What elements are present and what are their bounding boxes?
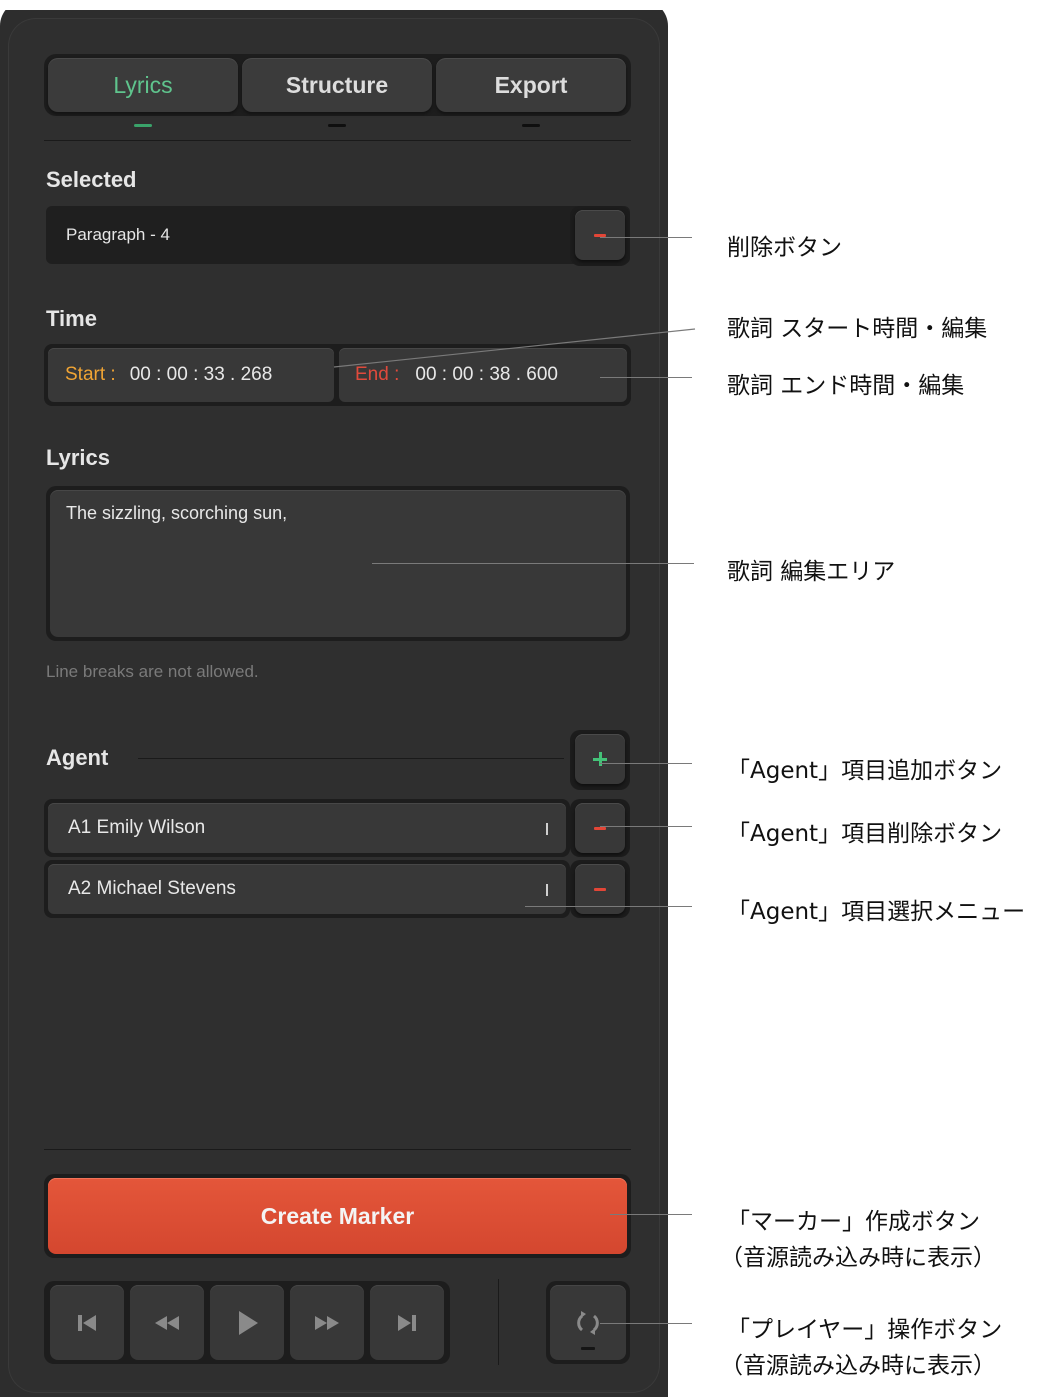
- tab-lyrics-indicator: [134, 124, 152, 127]
- tab-structure-indicator: [328, 124, 346, 127]
- agent-item-frame: A2 Michael Stevens: [44, 860, 570, 918]
- play-button[interactable]: [210, 1285, 284, 1360]
- selected-value: Paragraph - 4: [66, 225, 170, 244]
- loop-icon: [577, 1310, 599, 1335]
- tab-lyrics[interactable]: Lyrics: [48, 58, 238, 112]
- rewind-button[interactable]: [130, 1285, 204, 1360]
- panel-top-strip: [0, 0, 668, 10]
- minus-icon: [594, 887, 606, 891]
- annotation-line: [525, 906, 692, 907]
- start-time-field[interactable]: Start : 00 : 00 : 33 . 268: [48, 348, 334, 402]
- play-icon: [239, 1310, 258, 1335]
- annotation-line: [600, 237, 692, 238]
- annotation-line: [600, 377, 692, 378]
- annotation-line: [333, 328, 696, 368]
- time-heading: Time: [46, 306, 97, 331]
- agent-delete-button-1[interactable]: [575, 803, 625, 853]
- annotation-lyrics-area: 歌詞 編集エリア: [727, 559, 896, 585]
- fast-forward-button[interactable]: [290, 1285, 364, 1360]
- fast-forward-icon: [315, 1315, 339, 1330]
- annotation-line: [600, 763, 692, 764]
- agent-item-frame: A1 Emily Wilson: [44, 799, 570, 857]
- selected-heading: Selected: [46, 167, 137, 192]
- tab-export[interactable]: Export: [436, 58, 626, 112]
- annotation-delete: 削除ボタン: [727, 235, 842, 261]
- lyrics-text: The sizzling, scorching sun,: [66, 503, 288, 523]
- annotation-agent-select: 「Agent」項目選択メニュー: [727, 899, 1026, 925]
- loop-indicator: [581, 1347, 595, 1350]
- annotation-line: [610, 1214, 692, 1215]
- tab-structure[interactable]: Structure: [242, 58, 432, 112]
- start-time-label: Start :: [65, 364, 116, 385]
- tab-bar: Lyrics Structure Export: [44, 54, 631, 116]
- agent-add-button[interactable]: [575, 734, 625, 784]
- agent-label-1: A1 Emily Wilson: [68, 817, 206, 838]
- agent-select-1[interactable]: A1 Emily Wilson: [48, 803, 566, 853]
- player-controls: [44, 1281, 450, 1364]
- annotation-marker-1: 「マーカー」作成ボタン: [727, 1209, 980, 1235]
- annotation-player-1: 「プレイヤー」操作ボタン: [727, 1317, 1003, 1343]
- tabs-divider: [44, 140, 631, 141]
- annotation-line: [600, 1323, 692, 1324]
- annotation-marker-2: （音源読み込み時に表示）: [720, 1245, 996, 1271]
- annotation-player-2: （音源読み込み時に表示）: [720, 1353, 996, 1379]
- lyrics-hint: Line breaks are not allowed.: [46, 662, 259, 681]
- annotation-start-time: 歌詞 スタート時間・編集: [727, 316, 988, 342]
- skip-start-button[interactable]: [50, 1285, 124, 1360]
- create-marker-button[interactable]: Create Marker: [48, 1178, 627, 1254]
- rewind-icon: [155, 1315, 179, 1330]
- agent-label-2: A2 Michael Stevens: [68, 878, 236, 899]
- select-caret-icon: [546, 884, 548, 896]
- skip-end-icon: [398, 1314, 416, 1331]
- selected-field: Paragraph - 4: [46, 206, 630, 264]
- lyrics-heading: Lyrics: [46, 445, 111, 470]
- skip-end-button[interactable]: [370, 1285, 444, 1360]
- annotation-agent-delete: 「Agent」項目削除ボタン: [727, 821, 1003, 847]
- annotation-agent-add: 「Agent」項目追加ボタン: [727, 758, 1003, 784]
- skip-start-icon: [78, 1314, 96, 1331]
- agent-select-2[interactable]: A2 Michael Stevens: [48, 864, 566, 914]
- annotation-end-time: 歌詞 エンド時間・編集: [727, 373, 965, 399]
- annotation-line: [600, 826, 692, 827]
- player-separator: [498, 1279, 499, 1365]
- bottom-divider: [44, 1149, 631, 1150]
- agent-divider: [138, 758, 564, 759]
- create-marker-frame: Create Marker: [44, 1174, 631, 1258]
- select-caret-icon: [546, 823, 548, 835]
- annotation-line: [372, 563, 694, 564]
- start-time-value: 00 : 00 : 33 . 268: [129, 364, 273, 385]
- tab-export-indicator: [522, 124, 540, 127]
- agent-heading: Agent: [46, 745, 109, 770]
- delete-selected-button[interactable]: [575, 210, 625, 260]
